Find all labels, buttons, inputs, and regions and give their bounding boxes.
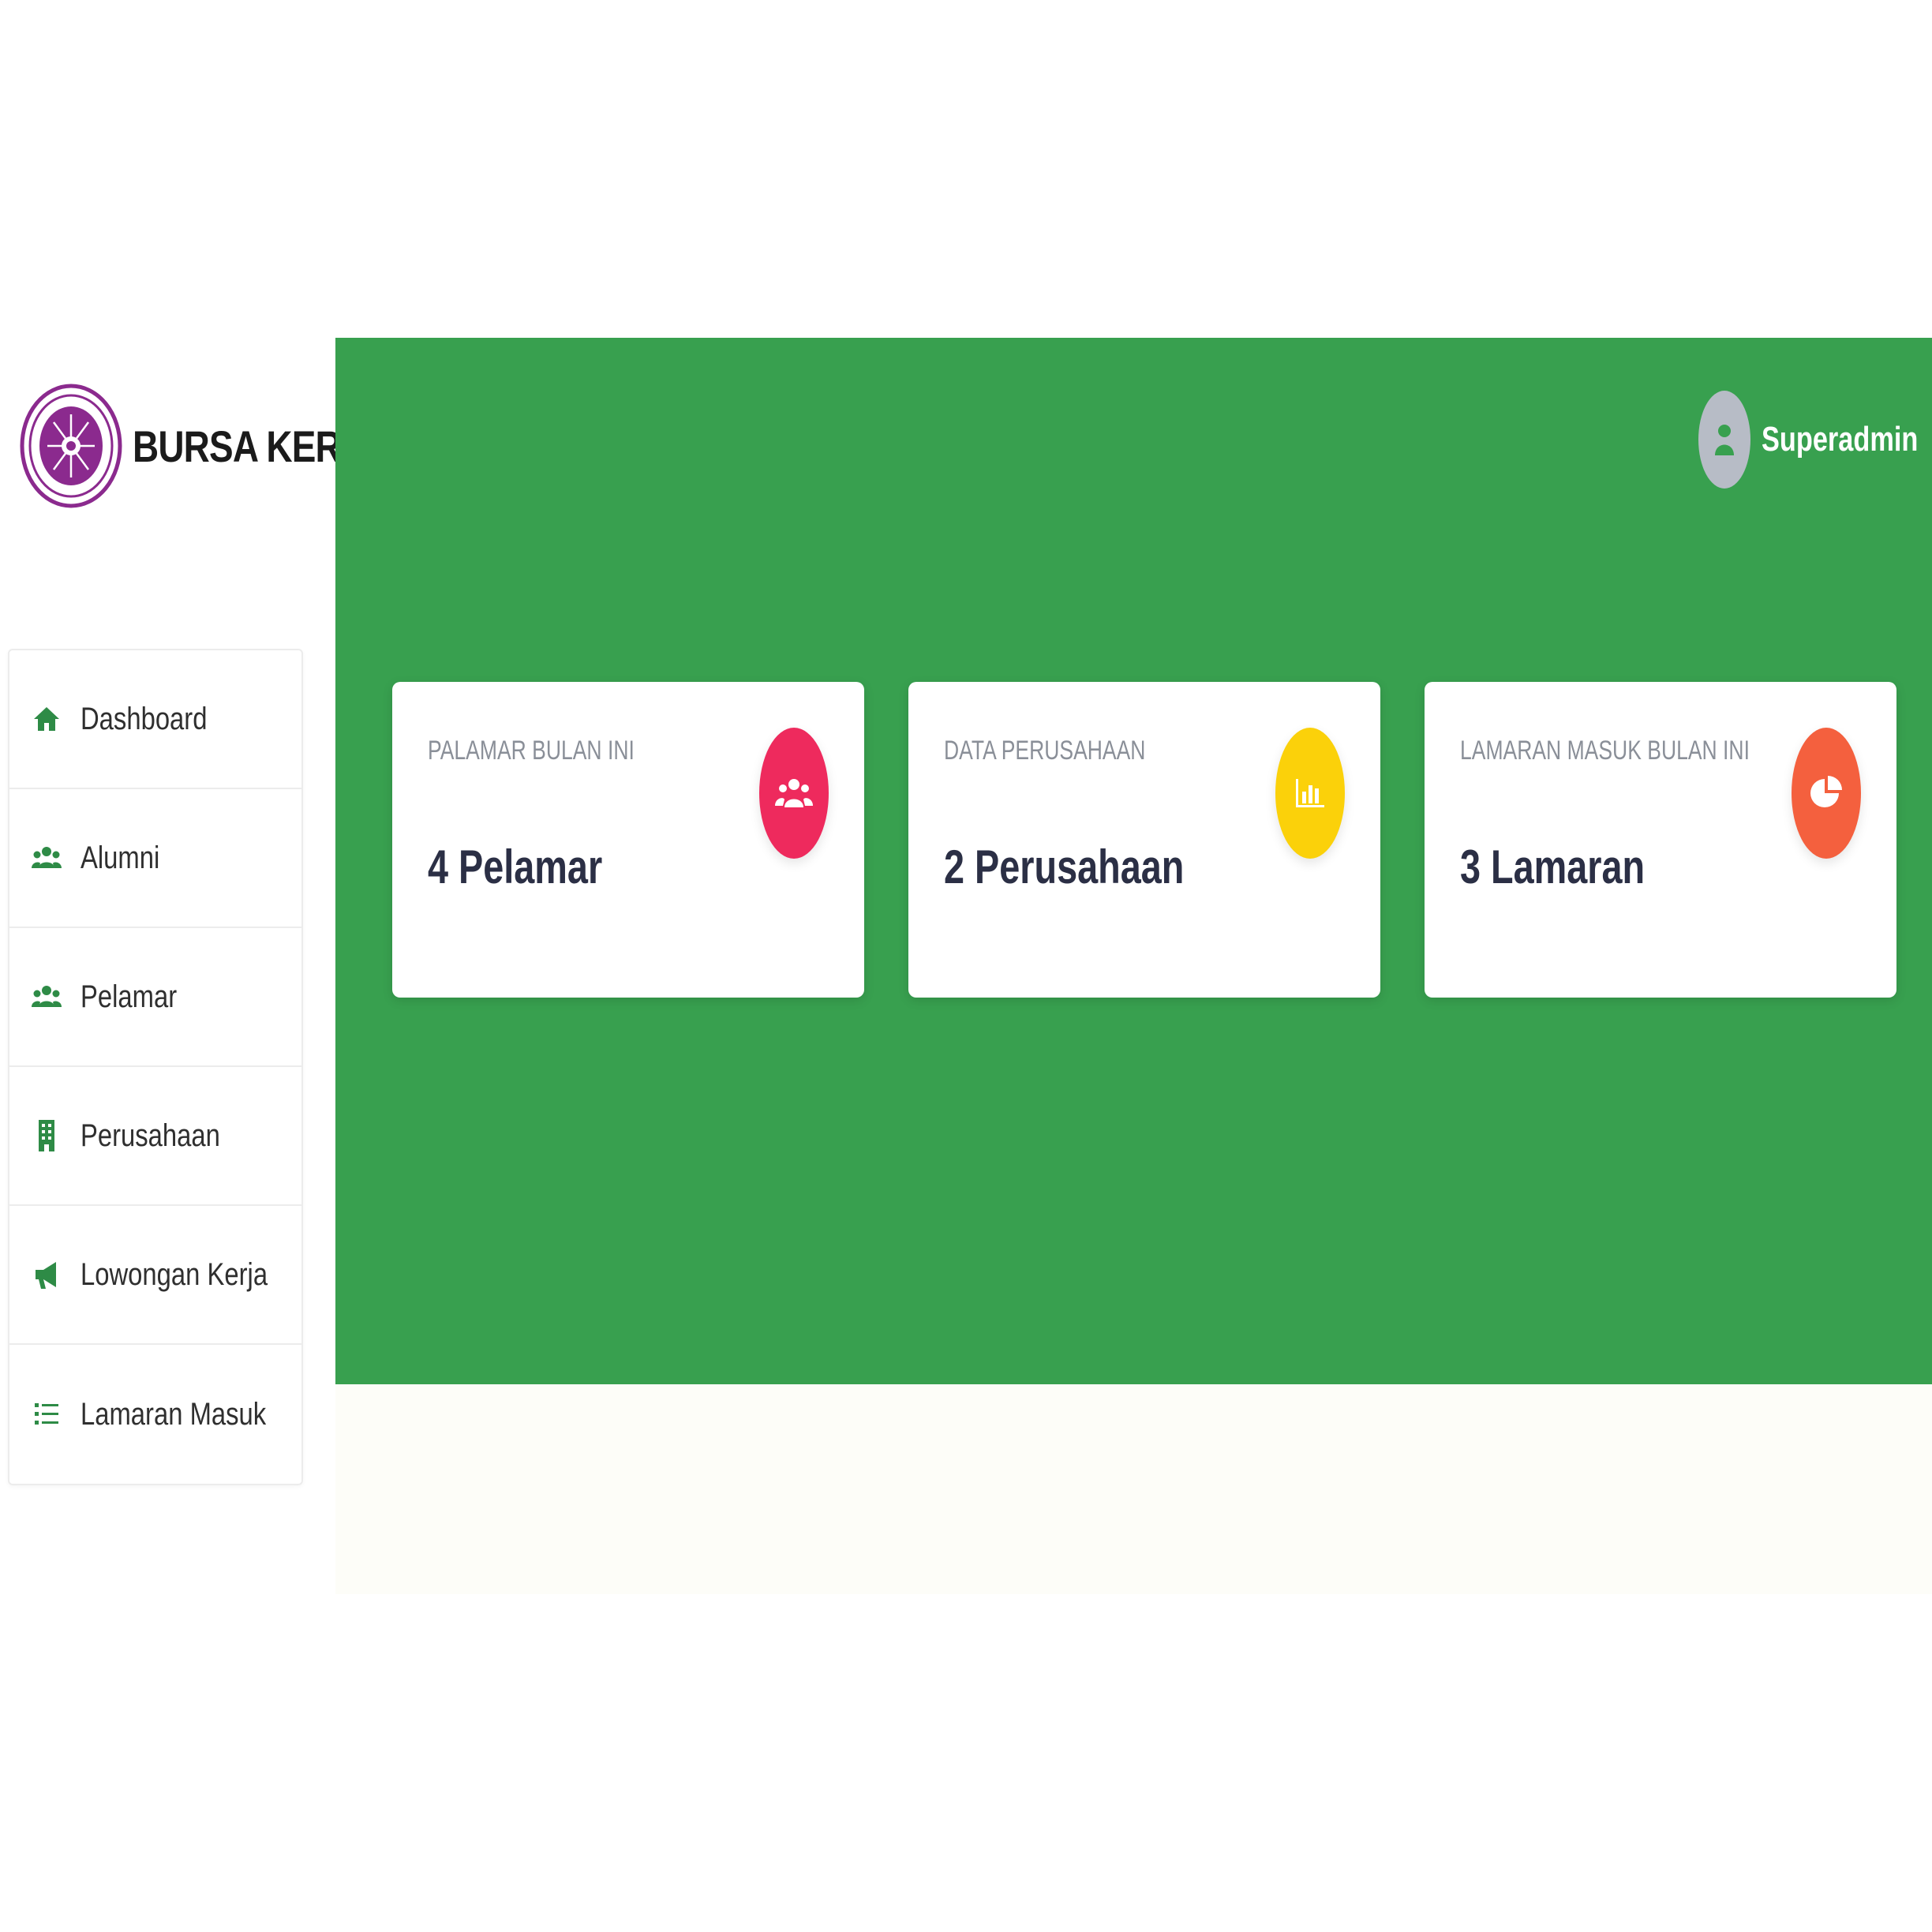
- card-title: DATA PERUSAHAAN: [944, 736, 1146, 766]
- building-icon: [30, 1119, 63, 1152]
- megaphone-icon: [30, 1258, 63, 1291]
- sidebar-item-dashboard[interactable]: Dashboard: [9, 650, 301, 789]
- pie-chart-icon: [1792, 728, 1861, 859]
- user-menu[interactable]: Superadmin: [1698, 391, 1919, 489]
- card-value: 3 Lamaran: [1460, 841, 1646, 893]
- sidebar-item-label: Dashboard: [80, 701, 208, 736]
- home-icon: [30, 702, 63, 736]
- sidebar-item-lamaran-masuk[interactable]: Lamaran Masuk: [9, 1345, 301, 1484]
- sidebar-item-label: Perusahaan: [80, 1118, 220, 1153]
- stat-card-lamaran[interactable]: LAMARAN MASUK BULAN INI 3 Lamaran: [1425, 682, 1896, 998]
- list-icon: [30, 1398, 63, 1431]
- sidebar-item-label: Alumni: [80, 840, 160, 875]
- sidebar-item-label: Pelamar: [80, 979, 178, 1014]
- stat-card-perusahaan[interactable]: DATA PERUSAHAAN 2 Perusahaan: [908, 682, 1380, 998]
- users-icon: [30, 980, 63, 1013]
- card-value: 4 Pelamar: [428, 841, 603, 893]
- sidebar-item-pelamar[interactable]: Pelamar: [9, 928, 301, 1067]
- sidebar-item-lowongan-kerja[interactable]: Lowongan Kerja: [9, 1206, 301, 1345]
- card-value: 2 Perusahaan: [944, 841, 1185, 893]
- brand[interactable]: BURSA KERJA: [16, 379, 387, 513]
- main-content-area: [335, 1384, 1932, 1594]
- sidebar-nav: Dashboard Alumni Pelamar Perusahaan Lowo…: [8, 649, 303, 1485]
- user-icon: [1698, 391, 1750, 489]
- sidebar-item-label: Lamaran Masuk: [80, 1396, 267, 1432]
- bar-chart-icon: [1275, 728, 1345, 859]
- user-name: Superadmin: [1762, 420, 1919, 459]
- card-title: PALAMAR BULAN INI: [428, 736, 635, 766]
- sidebar-item-perusahaan[interactable]: Perusahaan: [9, 1067, 301, 1206]
- sidebar-item-alumni[interactable]: Alumni: [9, 789, 301, 928]
- stat-card-pelamar[interactable]: PALAMAR BULAN INI 4 Pelamar: [392, 682, 864, 998]
- users-icon: [30, 841, 63, 874]
- app-window: BURSA KERJA Dashboard Alumni Pelamar Per…: [0, 0, 1932, 1932]
- dashboard-header-panel: Superadmin PALAMAR BULAN INI 4 Pelamar D…: [335, 338, 1932, 1384]
- sidebar-item-label: Lowongan Kerja: [80, 1256, 268, 1292]
- card-title: LAMARAN MASUK BULAN INI: [1460, 736, 1750, 766]
- users-group-icon: [759, 728, 829, 859]
- university-seal-icon: [20, 384, 122, 508]
